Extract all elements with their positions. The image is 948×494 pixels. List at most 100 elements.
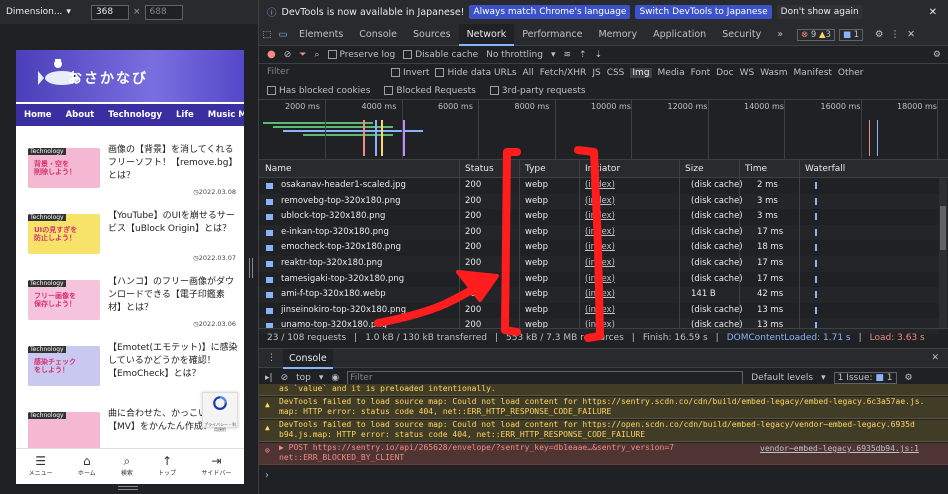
- device-width-input[interactable]: 368: [90, 4, 129, 20]
- recaptcha-privacy[interactable]: プライバシー・利用規約: [203, 422, 237, 432]
- error-badge[interactable]: ⊗ 9 ▲3: [797, 28, 835, 41]
- request-initiator[interactable]: (index): [585, 227, 615, 237]
- console-warning[interactable]: ▲ DevTools failed to load source map: Cou…: [259, 420, 948, 442]
- blocked-cookies-checkbox[interactable]: Has blocked cookies: [267, 85, 370, 96]
- bottom-nav-item[interactable]: ⌕ 検索: [121, 454, 133, 477]
- more-tabs-button[interactable]: »: [769, 24, 791, 46]
- type-other[interactable]: Other: [838, 68, 864, 78]
- device-height-input[interactable]: 688: [144, 4, 183, 20]
- nav-technology[interactable]: Technology: [108, 110, 162, 120]
- console-settings-icon[interactable]: ⚙: [905, 373, 913, 383]
- tab-sources[interactable]: Sources: [405, 24, 459, 46]
- article-thumbnail[interactable]: Technology 背景・空を 削除しよう！: [28, 148, 100, 188]
- article-card[interactable]: Technology UIの見すぎを 防止しよう！ 【YouTube】のUIを崩せる…: [26, 206, 236, 272]
- drawer-menu-icon[interactable]: ⋮: [267, 353, 276, 363]
- dont-show-again-button[interactable]: Don't show again: [776, 5, 863, 19]
- column-separator[interactable]: [739, 160, 740, 328]
- table-row[interactable]: removebg-top-320x180.png 200 webp (index) (d…: [259, 193, 939, 210]
- eye-icon[interactable]: ◉: [331, 373, 339, 383]
- article-thumbnail[interactable]: Technology: [28, 412, 100, 452]
- table-row[interactable]: e-inkan-top-320x180.png 200 webp (index) (di…: [259, 224, 939, 241]
- bottom-nav-item[interactable]: ⌂ ホーム: [78, 454, 96, 477]
- table-row[interactable]: tamesigaki-top-320x180.png 200 webp (index)…: [259, 271, 939, 288]
- tab-console[interactable]: Console: [351, 24, 405, 46]
- type-js[interactable]: JS: [592, 68, 600, 78]
- column-separator[interactable]: [519, 160, 520, 328]
- request-initiator[interactable]: (index): [585, 242, 615, 252]
- blocked-requests-checkbox[interactable]: Blocked Requests: [384, 85, 476, 96]
- article-thumbnail[interactable]: Technology フリー画像を 保存しよう！: [28, 280, 100, 320]
- article-thumbnail[interactable]: Technology UIの見すぎを 防止しよう！: [28, 214, 100, 254]
- nav-about[interactable]: About: [66, 110, 95, 120]
- type-css[interactable]: CSS: [607, 68, 625, 78]
- console-prompt-icon[interactable]: ›: [265, 470, 269, 481]
- table-row[interactable]: ami-f-top-320x180.webp 304 webp (index) 141 …: [259, 287, 939, 303]
- network-overview[interactable]: 2000 ms 4000 ms 6000 ms 8000 ms 10000 ms 1200…: [259, 100, 948, 160]
- tab-security[interactable]: Security: [714, 24, 769, 46]
- gear-icon[interactable]: ⚙: [871, 29, 887, 40]
- table-row[interactable]: reaktr-top-320x180.png 200 webp (index) (dis…: [259, 256, 939, 272]
- close-drawer-icon[interactable]: ✕: [931, 353, 939, 363]
- request-initiator[interactable]: (index): [585, 180, 615, 190]
- col-size[interactable]: Size: [685, 164, 703, 174]
- wifi-icon[interactable]: ≋: [563, 50, 571, 60]
- chevron-down-icon[interactable]: ▾: [551, 50, 556, 60]
- invert-checkbox[interactable]: Invert: [391, 68, 429, 78]
- type-font[interactable]: Font: [691, 68, 711, 78]
- table-row[interactable]: ublock-top-320x180.png 200 webp (index) (dis…: [259, 209, 939, 225]
- console-error[interactable]: ⊗ ▶ POST https://sentry.io/api/265628/env…: [259, 443, 948, 465]
- issues-button[interactable]: 1 Issue: ■ 1: [833, 371, 897, 384]
- article-title[interactable]: 【YouTube】のUIを崩せるサービス【uBlock Origin】とは？: [108, 210, 238, 236]
- close-icon[interactable]: ✕: [929, 7, 937, 18]
- tab-elements[interactable]: Elements: [291, 24, 351, 46]
- article-title[interactable]: 画像の【背景】を消してくれるフリーソフト！【remove.bg】とは？: [108, 144, 238, 183]
- type-doc[interactable]: Doc: [716, 68, 733, 78]
- device-toggle-icon[interactable]: ▭: [275, 29, 291, 40]
- match-language-button[interactable]: Always match Chrome's language: [469, 5, 631, 19]
- table-row[interactable]: jinseinokiro-top-320x180.png 200 webp (inde…: [259, 302, 939, 319]
- request-initiator[interactable]: (index): [585, 211, 615, 221]
- download-icon[interactable]: ⇣: [595, 50, 603, 60]
- site-header[interactable]: おさかなび: [16, 50, 244, 102]
- request-initiator[interactable]: (index): [585, 289, 615, 299]
- throttling-select[interactable]: No throttling: [486, 50, 543, 60]
- close-devtools-icon[interactable]: ✕: [903, 29, 919, 40]
- third-party-checkbox[interactable]: 3rd-party requests: [489, 85, 586, 96]
- hide-data-urls-checkbox[interactable]: Hide data URLs: [435, 68, 517, 78]
- table-row[interactable]: emocheck-top-320x180.png 200 webp (index) (d…: [259, 240, 939, 256]
- recaptcha-badge[interactable]: プライバシー・利用規約: [202, 392, 238, 432]
- article-title[interactable]: 【ハンコ】のフリー画像がダウンロードできる【電子印鑑素材】とは？: [108, 276, 238, 315]
- bottom-nav-item[interactable]: ↑ トップ: [158, 454, 176, 477]
- inspect-icon[interactable]: ⬚: [259, 29, 275, 40]
- request-initiator[interactable]: (index): [585, 274, 615, 284]
- chevron-down-icon[interactable]: ▾: [319, 373, 324, 383]
- levels-select[interactable]: Default levels: [751, 373, 813, 383]
- network-settings-icon[interactable]: ⚙: [933, 50, 941, 60]
- col-time[interactable]: Time: [745, 164, 767, 174]
- clear-console-icon[interactable]: ⊘: [281, 373, 289, 383]
- column-separator[interactable]: [799, 160, 800, 328]
- device-select[interactable]: Dimension...: [6, 7, 62, 17]
- col-initiator[interactable]: Initiator: [585, 164, 620, 174]
- tab-memory[interactable]: Memory: [590, 24, 645, 46]
- request-initiator[interactable]: (index): [585, 305, 615, 315]
- kebab-menu-icon[interactable]: ⋮: [887, 29, 903, 40]
- nav-home[interactable]: Home: [24, 110, 52, 120]
- request-initiator[interactable]: (index): [585, 258, 615, 268]
- resize-handle-right[interactable]: [249, 258, 253, 278]
- type-ws[interactable]: WS: [740, 68, 755, 78]
- chevron-down-icon[interactable]: ▾: [821, 373, 826, 383]
- issues-badge[interactable]: ■ 1: [838, 28, 864, 41]
- column-separator[interactable]: [459, 160, 460, 328]
- table-row[interactable]: osakanav-header1-scaled.jpg 200 webp (index…: [259, 178, 939, 194]
- tab-network[interactable]: Network: [458, 23, 515, 46]
- table-scrollbar[interactable]: [939, 178, 947, 328]
- console-warning[interactable]: as `value` and it is preloaded intention…: [259, 384, 948, 396]
- nav-life[interactable]: Life: [176, 110, 194, 120]
- disable-cache-checkbox[interactable]: Disable cache: [403, 49, 478, 60]
- sidebar-toggle-icon[interactable]: ▸|: [265, 373, 273, 383]
- article-card[interactable]: Technology フリー画像を 保存しよう！ 【ハンコ】のフリー画像がダウンロー…: [26, 272, 236, 338]
- col-name[interactable]: Name: [265, 164, 292, 174]
- col-type[interactable]: Type: [525, 164, 546, 174]
- tab-application[interactable]: Application: [645, 24, 714, 46]
